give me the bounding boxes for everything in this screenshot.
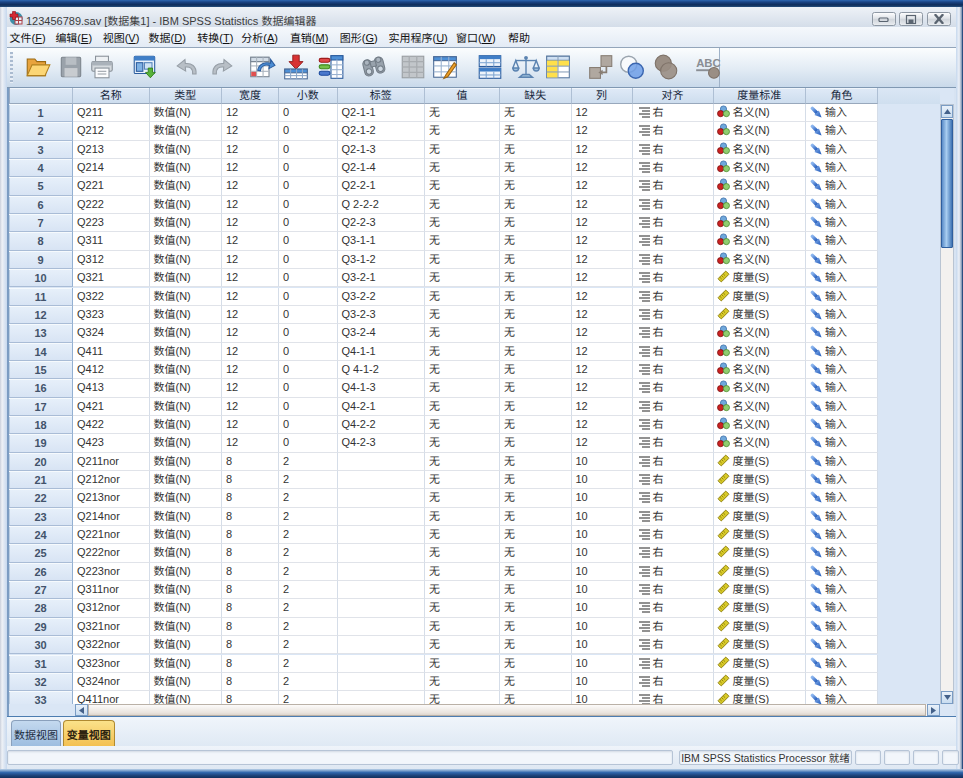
svg-text:ABC: ABC [696, 57, 720, 69]
